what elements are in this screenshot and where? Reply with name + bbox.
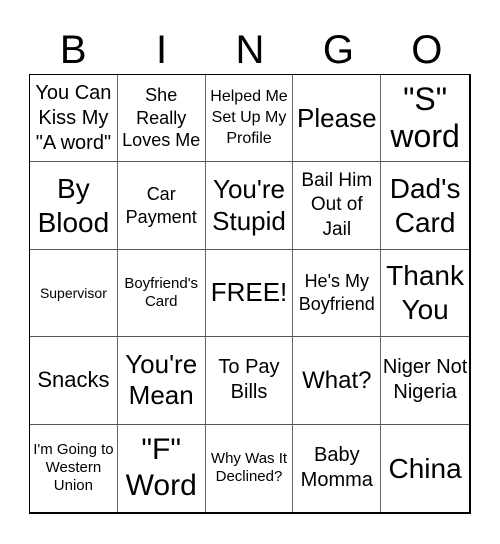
bingo-cell[interactable]: Boyfriend's Card [117, 249, 206, 338]
header-letter-n: N [235, 28, 265, 72]
header-letter-o: O [411, 28, 443, 72]
bingo-cell[interactable]: Supervisor [30, 249, 118, 338]
free-space[interactable]: FREE! [205, 249, 294, 338]
bingo-cell[interactable]: I'm Going to Western Union [30, 424, 118, 512]
bingo-cell[interactable]: She Really Loves Me [117, 75, 206, 163]
bingo-cell[interactable]: Dad's Card [381, 162, 469, 250]
bingo-cell[interactable]: "S" word [381, 75, 469, 163]
bingo-cell[interactable]: Thank You [381, 250, 469, 338]
bingo-cell[interactable]: Why Was It Declined? [206, 424, 294, 512]
bingo-cell[interactable]: China [381, 425, 469, 512]
bingo-cell[interactable]: You're Stupid [205, 162, 294, 250]
header-letter-g: G [322, 28, 354, 72]
bingo-grid: You Can Kiss My "A word" She Really Love… [29, 74, 471, 514]
bingo-cell[interactable]: Car Payment [117, 162, 206, 250]
bingo-cell[interactable]: Helped Me Set Up My Profile [205, 75, 294, 163]
bingo-cell[interactable]: You're Mean [117, 337, 206, 425]
bingo-cell[interactable]: Niger Not Nigeria [381, 337, 469, 425]
bingo-cell[interactable]: Snacks [30, 337, 118, 425]
bingo-cell[interactable]: Bail Him Out of Jail [293, 162, 382, 250]
bingo-cell[interactable]: Please [293, 75, 382, 163]
bingo-header: B I N G O [29, 26, 471, 74]
bingo-cell[interactable]: By Blood [30, 162, 118, 250]
header-letter-i: I [156, 28, 168, 72]
bingo-cell[interactable]: "F" Word [118, 424, 206, 512]
bingo-cell[interactable]: You Can Kiss My "A word" [30, 75, 118, 163]
bingo-cell[interactable]: To Pay Bills [205, 337, 294, 425]
bingo-cell[interactable]: Baby Momma [293, 424, 382, 512]
bingo-cell[interactable]: He's My Boyfriend [293, 249, 382, 338]
bingo-cell[interactable]: What? [293, 337, 382, 425]
header-letter-b: B [59, 28, 87, 72]
